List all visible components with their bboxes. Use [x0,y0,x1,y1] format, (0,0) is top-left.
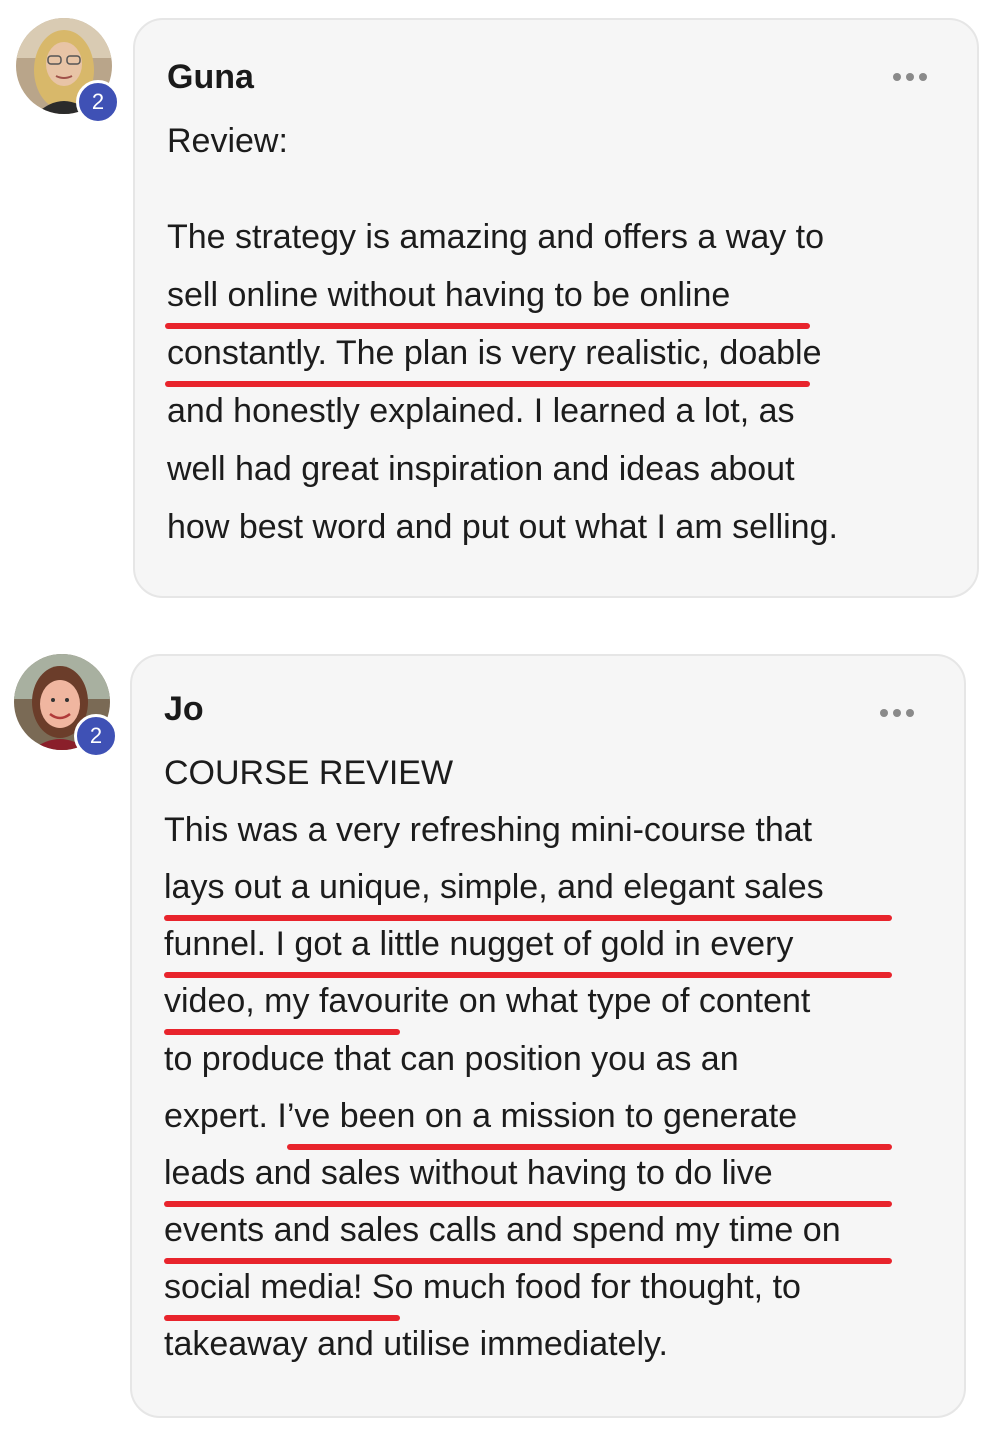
review-line: constantly. The plan is very realistic, … [167,334,822,372]
review-post-jo: 2 Jo COURSE REVIEW This was a very refre… [0,640,990,1430]
review-line: funnel. I got a little nugget of gold in… [164,925,794,963]
comment-bubble: Jo COURSE REVIEW This was a very refresh… [130,654,966,1418]
highlight-underline [287,1144,892,1150]
review-line: lays out a unique, simple, and elegant s… [164,868,824,906]
review-post-guna: 2 Guna Review: The strategy is amazing a… [0,0,990,610]
avatar-jo[interactable]: 2 [14,654,118,758]
review-line: to produce that can position you as an [164,1040,739,1078]
notification-badge: 2 [74,714,118,758]
highlight-underline [164,1258,892,1264]
author-name[interactable]: Jo [164,690,204,729]
review-line: social media! So much food for thought, … [164,1268,801,1306]
review-heading: COURSE REVIEW [164,754,454,792]
review-line: video, my favourite on what type of cont… [164,982,811,1020]
review-line: events and sales calls and spend my time… [164,1211,841,1249]
review-heading: Review: [167,122,288,160]
highlight-underline [164,1029,400,1035]
review-line: how best word and put out what I am sell… [167,508,838,546]
review-line: well had great inspiration and ideas abo… [167,450,795,488]
highlight-underline [164,915,892,921]
highlight-underline [164,1201,892,1207]
review-line: leads and sales without having to do liv… [164,1154,773,1192]
review-line: expert. I’ve been on a mission to genera… [164,1097,798,1135]
review-line: This was a very refreshing mini-course t… [164,811,813,849]
highlight-underline [164,972,892,978]
author-name[interactable]: Guna [167,58,254,97]
more-options-icon[interactable] [893,72,927,82]
review-line: takeaway and utilise immediately. [164,1325,668,1363]
highlight-underline [165,381,810,387]
review-line: and honestly explained. I learned a lot,… [167,392,795,430]
more-options-icon[interactable] [880,708,914,718]
highlight-underline [164,1315,400,1321]
review-line: sell online without having to be online [167,276,731,314]
notification-badge: 2 [76,80,120,124]
avatar-guna[interactable]: 2 [16,18,120,124]
comment-bubble: Guna Review: The strategy is amazing and… [133,18,979,598]
highlight-underline [165,323,810,329]
review-line: The strategy is amazing and offers a way… [167,218,825,256]
